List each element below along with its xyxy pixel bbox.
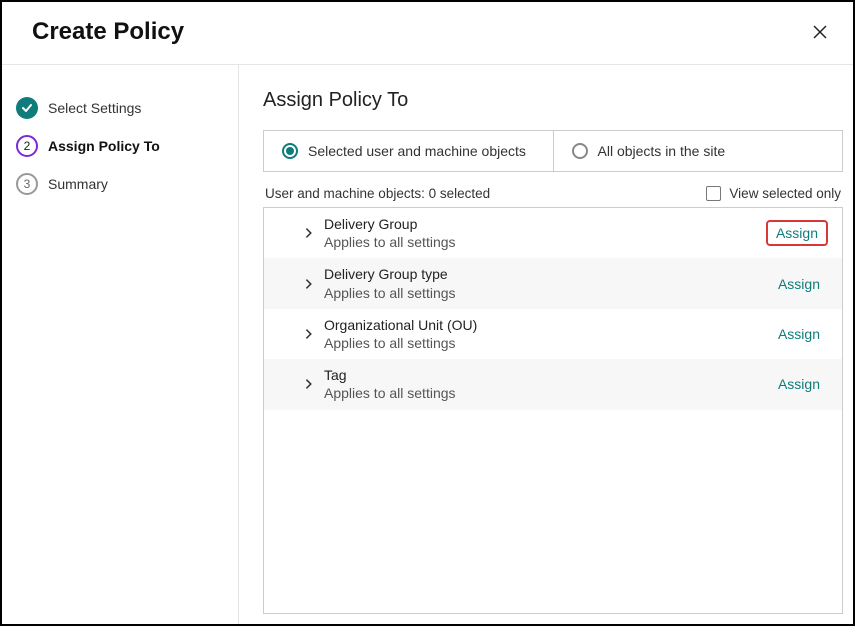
dialog-window: Create Policy Select Settings 2 Assign P… bbox=[0, 0, 855, 626]
expand-button[interactable] bbox=[304, 226, 314, 240]
dialog-title: Create Policy bbox=[32, 18, 184, 46]
step-select-settings[interactable]: Select Settings bbox=[16, 89, 224, 127]
row-text: Organizational Unit (OU) Applies to all … bbox=[324, 316, 760, 352]
assign-button[interactable]: Assign bbox=[770, 322, 828, 346]
assignment-mode: Selected user and machine objects All ob… bbox=[263, 130, 843, 172]
step-label: Assign Policy To bbox=[48, 138, 160, 154]
row-text: Delivery Group type Applies to all setti… bbox=[324, 265, 760, 301]
main-panel: Assign Policy To Selected user and machi… bbox=[239, 65, 853, 624]
step-summary[interactable]: 3 Summary bbox=[16, 165, 224, 203]
row-title: Organizational Unit (OU) bbox=[324, 316, 760, 334]
dialog-header: Create Policy bbox=[2, 2, 853, 65]
close-icon bbox=[811, 23, 829, 41]
radio-icon bbox=[282, 143, 298, 159]
close-button[interactable] bbox=[809, 21, 831, 43]
step-assign-policy-to[interactable]: 2 Assign Policy To bbox=[16, 127, 224, 165]
checkbox-icon bbox=[706, 186, 721, 201]
mode-label: All objects in the site bbox=[598, 143, 726, 159]
row-title: Tag bbox=[324, 366, 760, 384]
view-selected-label: View selected only bbox=[729, 186, 841, 201]
panel-heading: Assign Policy To bbox=[263, 89, 843, 112]
step-number-icon: 2 bbox=[16, 135, 38, 157]
view-selected-only[interactable]: View selected only bbox=[706, 186, 841, 201]
chevron-right-icon bbox=[304, 327, 314, 341]
row-subtitle: Applies to all settings bbox=[324, 233, 756, 251]
step-number-icon: 3 bbox=[16, 173, 38, 195]
expand-button[interactable] bbox=[304, 277, 314, 291]
chevron-right-icon bbox=[304, 377, 314, 391]
list-item: Organizational Unit (OU) Applies to all … bbox=[264, 309, 842, 359]
assign-button[interactable]: Assign bbox=[770, 272, 828, 296]
mode-selected-objects[interactable]: Selected user and machine objects bbox=[264, 131, 553, 171]
row-subtitle: Applies to all settings bbox=[324, 384, 760, 402]
selection-count: User and machine objects: 0 selected bbox=[265, 186, 490, 201]
row-title: Delivery Group type bbox=[324, 265, 760, 283]
wizard-steps: Select Settings 2 Assign Policy To 3 Sum… bbox=[2, 65, 239, 624]
assign-button[interactable]: Assign bbox=[766, 220, 828, 246]
chevron-right-icon bbox=[304, 226, 314, 240]
list-item: Delivery Group type Applies to all setti… bbox=[264, 258, 842, 308]
expand-button[interactable] bbox=[304, 327, 314, 341]
chevron-right-icon bbox=[304, 277, 314, 291]
row-text: Delivery Group Applies to all settings bbox=[324, 215, 756, 251]
row-subtitle: Applies to all settings bbox=[324, 284, 760, 302]
list-item: Delivery Group Applies to all settings A… bbox=[264, 208, 842, 258]
expand-button[interactable] bbox=[304, 377, 314, 391]
step-label: Select Settings bbox=[48, 100, 141, 116]
dialog-body: Select Settings 2 Assign Policy To 3 Sum… bbox=[2, 65, 853, 624]
list-header: User and machine objects: 0 selected Vie… bbox=[263, 186, 843, 201]
row-subtitle: Applies to all settings bbox=[324, 334, 760, 352]
radio-icon bbox=[572, 143, 588, 159]
assign-button[interactable]: Assign bbox=[770, 372, 828, 396]
mode-label: Selected user and machine objects bbox=[308, 143, 526, 159]
row-title: Delivery Group bbox=[324, 215, 756, 233]
step-label: Summary bbox=[48, 176, 108, 192]
object-list: Delivery Group Applies to all settings A… bbox=[263, 207, 843, 614]
check-icon bbox=[16, 97, 38, 119]
row-text: Tag Applies to all settings bbox=[324, 366, 760, 402]
mode-all-objects[interactable]: All objects in the site bbox=[553, 131, 843, 171]
list-item: Tag Applies to all settings Assign bbox=[264, 359, 842, 409]
